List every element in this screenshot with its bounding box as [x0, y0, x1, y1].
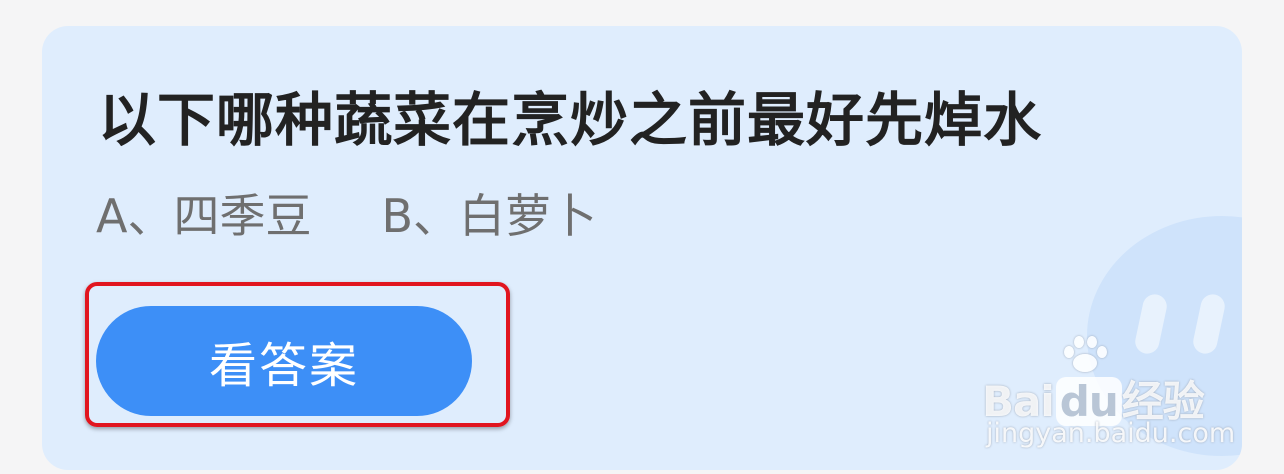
- watermark-url: jingyan.baidu.com: [986, 418, 1236, 449]
- baidu-jingyan-watermark: Bai du经验 jingyan.baidu.com: [982, 332, 1235, 452]
- baidu-paw-icon: [1062, 334, 1108, 372]
- view-answer-button[interactable]: 看答案: [96, 306, 472, 416]
- option-a: A、四季豆: [96, 189, 312, 243]
- option-b: B、白萝卜: [381, 189, 598, 243]
- answer-options: A、四季豆 B、白萝卜: [96, 188, 597, 244]
- question-text: 以下哪种蔬菜在烹炒之前最好先焯水: [98, 86, 1043, 154]
